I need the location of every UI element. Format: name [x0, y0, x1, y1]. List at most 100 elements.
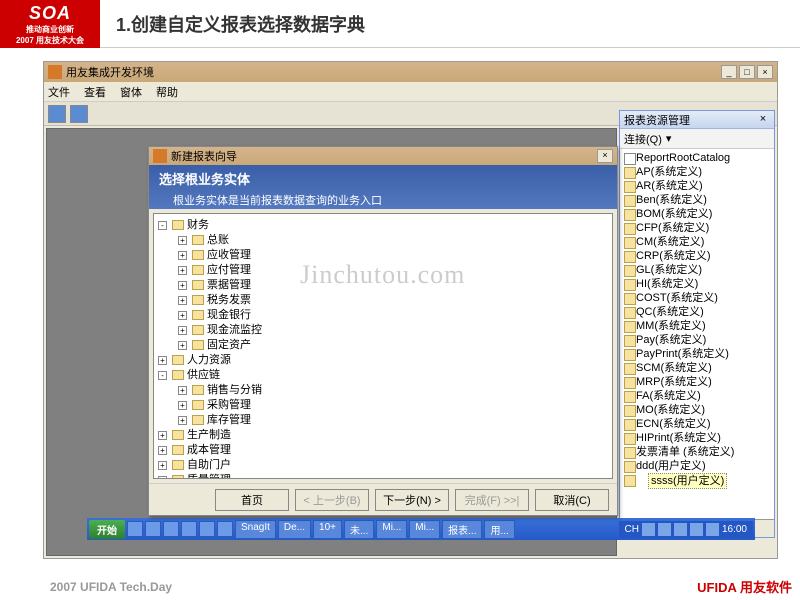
quicklaunch-icon[interactable] [181, 521, 197, 537]
close-button[interactable]: × [757, 65, 773, 79]
entity-tree-node[interactable]: +税务发票 [158, 293, 608, 308]
expand-icon[interactable]: + [158, 476, 167, 479]
tree-item[interactable]: BOM(系统定义) [622, 207, 772, 221]
tray-icon[interactable] [658, 523, 671, 536]
entity-tree-node[interactable]: +库存管理 [158, 413, 608, 428]
tree-item[interactable]: COST(系统定义) [622, 291, 772, 305]
taskbar-task[interactable]: De... [278, 520, 311, 539]
expand-icon[interactable]: + [178, 401, 187, 410]
tree-root[interactable]: ReportRootCatalog [622, 151, 772, 165]
expand-icon[interactable]: + [158, 446, 167, 455]
expand-icon[interactable]: + [178, 311, 187, 320]
toolbar-new-icon[interactable] [48, 105, 66, 123]
taskbar-task[interactable]: Mi... [376, 520, 407, 539]
tree-item[interactable]: HIPrint(系统定义) [622, 431, 772, 445]
expand-icon[interactable]: + [158, 431, 167, 440]
entity-tree-node[interactable]: +现金流监控 [158, 323, 608, 338]
taskbar-task[interactable]: SnagIt [235, 520, 276, 539]
next-button[interactable]: 下一步(N) > [375, 489, 449, 511]
taskbar-task[interactable]: 报表... [442, 520, 482, 539]
menu-file[interactable]: 文件 [48, 84, 70, 100]
entity-tree-node[interactable]: +质量管理 [158, 473, 608, 479]
quicklaunch-icon[interactable] [217, 521, 233, 537]
expand-icon[interactable]: + [178, 386, 187, 395]
tree-item[interactable]: MO(系统定义) [622, 403, 772, 417]
entity-tree-node[interactable]: +采购管理 [158, 398, 608, 413]
collapse-icon[interactable]: - [158, 221, 167, 230]
panel-close-icon[interactable]: × [756, 113, 770, 127]
minimize-button[interactable]: _ [721, 65, 737, 79]
entity-tree-node[interactable]: +现金银行 [158, 308, 608, 323]
cancel-button[interactable]: 取消(C) [535, 489, 609, 511]
expand-icon[interactable]: + [178, 251, 187, 260]
home-button[interactable]: 首页 [215, 489, 289, 511]
maximize-button[interactable]: □ [739, 65, 755, 79]
quicklaunch-icon[interactable] [145, 521, 161, 537]
entity-tree-node[interactable]: +票据管理 [158, 278, 608, 293]
entity-tree-node[interactable]: +应付管理 [158, 263, 608, 278]
prev-button[interactable]: < 上一步(B) [295, 489, 369, 511]
tree-item[interactable]: Pay(系统定义) [622, 333, 772, 347]
tree-item[interactable]: FA(系统定义) [622, 389, 772, 403]
entity-tree-node[interactable]: -财务 [158, 218, 608, 233]
tree-item[interactable]: CRP(系统定义) [622, 249, 772, 263]
tray-icon[interactable] [690, 523, 703, 536]
tree-item[interactable]: GL(系统定义) [622, 263, 772, 277]
entity-tree[interactable]: -财务+总账+应收管理+应付管理+票据管理+税务发票+现金银行+现金流监控+固定… [153, 213, 613, 479]
tree-item[interactable]: ECN(系统定义) [622, 417, 772, 431]
wizard-titlebar[interactable]: 新建报表向导 × [149, 147, 617, 165]
expand-icon[interactable]: + [178, 236, 187, 245]
connection-chevron-icon[interactable]: ▾ [666, 132, 672, 145]
tray-icon[interactable] [642, 523, 655, 536]
start-button[interactable]: 开始 [89, 520, 125, 539]
tree-item[interactable]: SCM(系统定义) [622, 361, 772, 375]
tree-item[interactable]: MRP(系统定义) [622, 375, 772, 389]
taskbar-task[interactable]: 用... [484, 520, 514, 539]
app-titlebar[interactable]: 用友集成开发环境 _ □ × [44, 62, 777, 82]
menu-help[interactable]: 帮助 [156, 84, 178, 100]
quicklaunch-icon[interactable] [163, 521, 179, 537]
clock[interactable]: 16:00 [722, 524, 747, 535]
expand-icon[interactable]: + [158, 461, 167, 470]
expand-icon[interactable]: + [158, 356, 167, 365]
expand-icon[interactable]: + [178, 326, 187, 335]
toolbar-save-icon[interactable] [70, 105, 88, 123]
entity-tree-node[interactable]: +人力资源 [158, 353, 608, 368]
tree-item[interactable]: QC(系统定义) [622, 305, 772, 319]
tree-item[interactable]: AP(系统定义) [622, 165, 772, 179]
expand-icon[interactable]: + [178, 341, 187, 350]
tree-item[interactable]: CFP(系统定义) [622, 221, 772, 235]
expand-icon[interactable]: + [178, 266, 187, 275]
tree-selected-item[interactable]: ssss(用户定义) [622, 473, 772, 489]
tray-icon[interactable] [674, 523, 687, 536]
entity-tree-node[interactable]: +成本管理 [158, 443, 608, 458]
resource-tree[interactable]: ReportRootCatalog AP(系统定义)AR(系统定义)Ben(系统… [620, 149, 774, 491]
quicklaunch-icon[interactable] [127, 521, 143, 537]
tree-item[interactable]: MM(系统定义) [622, 319, 772, 333]
entity-tree-node[interactable]: +固定资产 [158, 338, 608, 353]
tray-icon[interactable] [706, 523, 719, 536]
tree-item[interactable]: ddd(用户定义) [622, 459, 772, 473]
connection-dropdown[interactable]: 连接(Q) [624, 131, 662, 147]
finish-button[interactable]: 完成(F) >>| [455, 489, 529, 511]
collapse-icon[interactable]: - [158, 371, 167, 380]
entity-tree-node[interactable]: +自助门户 [158, 458, 608, 473]
expand-icon[interactable]: + [178, 296, 187, 305]
entity-tree-node[interactable]: +总账 [158, 233, 608, 248]
tree-item[interactable]: AR(系统定义) [622, 179, 772, 193]
quicklaunch-icon[interactable] [199, 521, 215, 537]
tree-item[interactable]: PayPrint(系统定义) [622, 347, 772, 361]
expand-icon[interactable]: + [178, 281, 187, 290]
entity-tree-node[interactable]: +生产制造 [158, 428, 608, 443]
wizard-close-button[interactable]: × [597, 149, 613, 163]
entity-tree-node[interactable]: -供应链 [158, 368, 608, 383]
entity-tree-node[interactable]: +应收管理 [158, 248, 608, 263]
entity-tree-node[interactable]: +销售与分销 [158, 383, 608, 398]
taskbar-task[interactable]: 10+ [313, 520, 342, 539]
expand-icon[interactable]: + [178, 416, 187, 425]
tree-item[interactable]: CM(系统定义) [622, 235, 772, 249]
taskbar-task[interactable]: Mi... [409, 520, 440, 539]
tree-item[interactable]: Ben(系统定义) [622, 193, 772, 207]
language-indicator[interactable]: CH [625, 524, 639, 535]
menu-window[interactable]: 窗体 [120, 84, 142, 100]
